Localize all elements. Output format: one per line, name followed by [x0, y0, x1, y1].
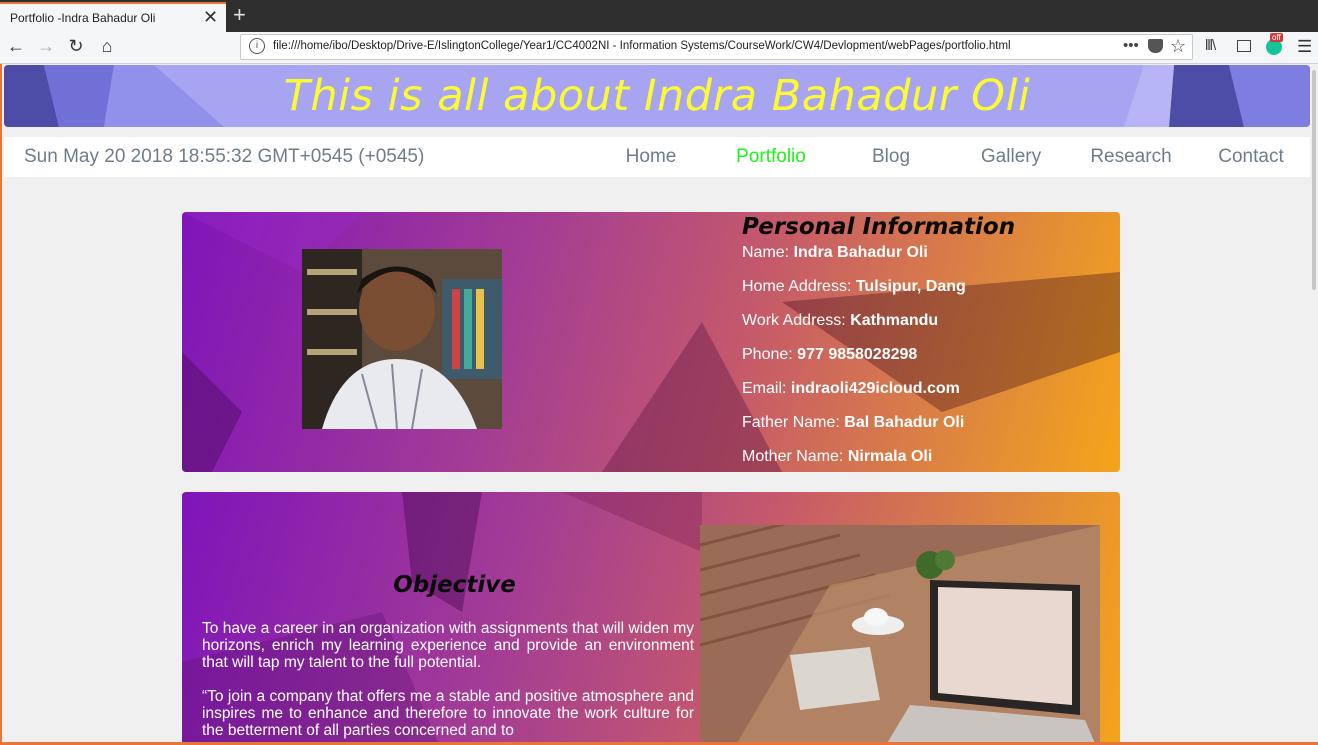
info-row-mother-name: Mother Name: Nirmala Oli	[742, 448, 932, 466]
nav-blog[interactable]: Blog	[831, 146, 951, 168]
info-label: Home Address:	[742, 278, 852, 295]
close-icon[interactable]: ✕	[203, 7, 218, 28]
personal-info-card: Personal Information Name: Indra Bahadur…	[182, 212, 1120, 472]
info-row-father-name: Father Name: Bal Bahadur Oli	[742, 414, 964, 432]
new-tab-button[interactable]: +	[233, 2, 246, 28]
personal-info-title: Personal Information	[742, 214, 1016, 240]
page-actions-icon[interactable]: •••	[1123, 37, 1139, 54]
page-viewport: This is all about Indra Bahadur Oli Sun …	[0, 64, 1310, 745]
info-label: Mother Name:	[742, 448, 844, 465]
reload-icon[interactable]: ↻	[64, 36, 88, 57]
info-label: Phone:	[742, 346, 793, 363]
nav-research[interactable]: Research	[1071, 146, 1191, 168]
tab-strip: Portfolio -Indra Bahadur Oli ✕ +	[0, 0, 1318, 32]
bookmark-star-icon[interactable]: ☆	[1170, 36, 1186, 57]
nav-gallery[interactable]: Gallery	[951, 146, 1071, 168]
current-date: Sun May 20 2018 18:55:32 GMT+0545 (+0545…	[24, 146, 425, 167]
info-row-phone: Phone: 977 9858028298	[742, 346, 917, 364]
site-info-icon[interactable]: i	[249, 38, 265, 54]
info-value: Nirmala Oli	[847, 448, 933, 465]
info-row-home-address: Home Address: Tulsipur, Dang	[742, 278, 966, 296]
home-icon[interactable]: ⌂	[95, 36, 119, 57]
info-value: Tulsipur, Dang	[855, 278, 966, 295]
info-label: Work Address:	[742, 312, 846, 329]
objective-paragraph-2: “To join a company that offers me a stab…	[202, 688, 694, 739]
address-bar[interactable]: i file:///home/ibo/Desktop/Drive-E/Islin…	[240, 34, 1193, 60]
back-icon[interactable]: ←	[4, 36, 28, 57]
browser-tab[interactable]: Portfolio -Indra Bahadur Oli ✕	[0, 2, 226, 32]
info-label: Email:	[742, 380, 787, 397]
tab-title: Portfolio -Indra Bahadur Oli	[10, 11, 156, 25]
nav-portfolio[interactable]: Portfolio	[711, 146, 831, 168]
nav-contact[interactable]: Contact	[1191, 146, 1310, 168]
info-value: Kathmandu	[850, 312, 939, 329]
grammarly-badge: off	[1270, 33, 1283, 42]
objective-title: Objective	[393, 572, 516, 598]
profile-photo	[302, 249, 502, 429]
url-text[interactable]: file:///home/ibo/Desktop/Drive-E/Islingt…	[273, 40, 1011, 52]
banner-title: This is all about Indra Bahadur Oli	[283, 71, 1031, 121]
nav-home[interactable]: Home	[591, 146, 711, 168]
info-label: Name:	[742, 244, 790, 261]
objective-paragraph-1: To have a career in an organization with…	[202, 620, 694, 671]
laptop-desk-photo	[700, 525, 1100, 745]
menu-icon[interactable]: ☰	[1297, 37, 1312, 57]
info-value: Bal Bahadur Oli	[844, 414, 965, 431]
objective-card: Objective To have a career in an organiz…	[182, 492, 1120, 745]
sidebar-icon[interactable]	[1237, 40, 1251, 52]
info-value: Indra Bahadur Oli	[793, 244, 928, 261]
forward-icon[interactable]: →	[34, 36, 58, 57]
nav-bar: Sun May 20 2018 18:55:32 GMT+0545 (+0545…	[4, 137, 1310, 177]
header-banner: This is all about Indra Bahadur Oli	[4, 65, 1310, 127]
info-value: indraoli429icloud.com	[790, 380, 960, 397]
library-icon[interactable]: lll\	[1205, 37, 1216, 54]
pocket-icon[interactable]	[1148, 39, 1163, 53]
info-row-name: Name: Indra Bahadur Oli	[742, 244, 928, 262]
info-value: 977 9858028298	[797, 346, 918, 363]
browser-toolbar: ← → ↻ ⌂ i file:///home/ibo/Desktop/Drive…	[0, 32, 1318, 64]
info-label: Father Name:	[742, 414, 840, 431]
info-row-email: Email: indraoli429icloud.com	[742, 380, 960, 398]
info-row-work-address: Work Address: Kathmandu	[742, 312, 938, 330]
scrollbar-thumb[interactable]	[1312, 70, 1316, 290]
